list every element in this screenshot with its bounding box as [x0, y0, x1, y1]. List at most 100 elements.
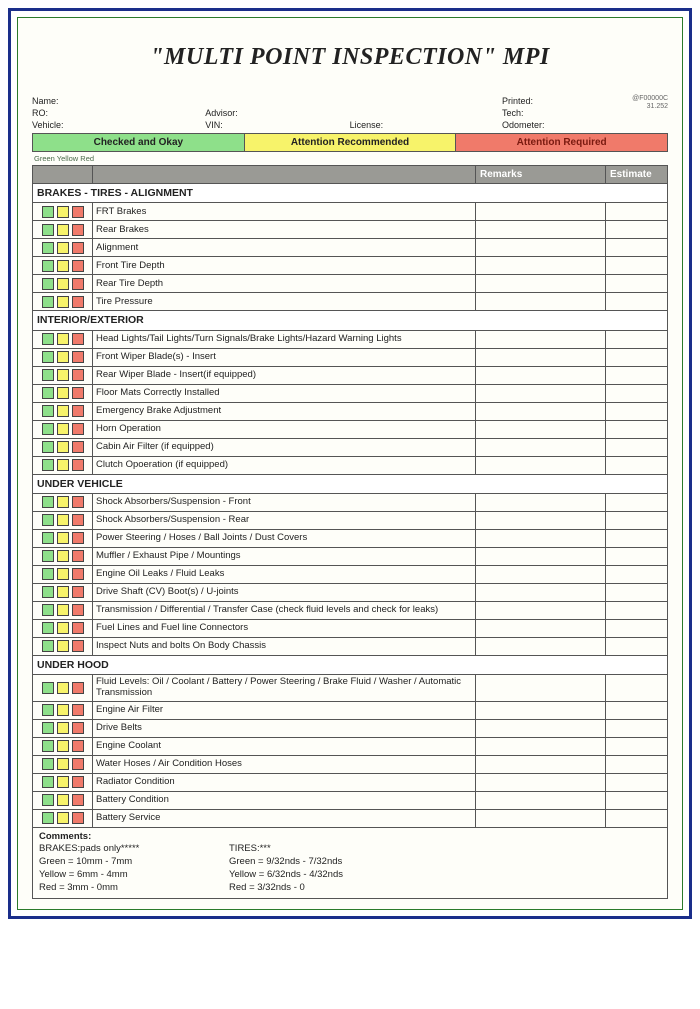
- remarks-cell[interactable]: [476, 330, 606, 348]
- remarks-cell[interactable]: [476, 420, 606, 438]
- yellow-checkbox[interactable]: [57, 604, 69, 616]
- red-checkbox[interactable]: [72, 405, 84, 417]
- remarks-cell[interactable]: [476, 755, 606, 773]
- yellow-checkbox[interactable]: [57, 740, 69, 752]
- yellow-checkbox[interactable]: [57, 550, 69, 562]
- red-checkbox[interactable]: [72, 242, 84, 254]
- yellow-checkbox[interactable]: [57, 459, 69, 471]
- estimate-cell[interactable]: [606, 601, 668, 619]
- green-checkbox[interactable]: [42, 260, 54, 272]
- green-checkbox[interactable]: [42, 740, 54, 752]
- remarks-cell[interactable]: [476, 257, 606, 275]
- red-checkbox[interactable]: [72, 351, 84, 363]
- green-checkbox[interactable]: [42, 242, 54, 254]
- remarks-cell[interactable]: [476, 637, 606, 655]
- yellow-checkbox[interactable]: [57, 682, 69, 694]
- estimate-cell[interactable]: [606, 239, 668, 257]
- green-checkbox[interactable]: [42, 682, 54, 694]
- estimate-cell[interactable]: [606, 402, 668, 420]
- green-checkbox[interactable]: [42, 387, 54, 399]
- green-checkbox[interactable]: [42, 604, 54, 616]
- remarks-cell[interactable]: [476, 583, 606, 601]
- estimate-cell[interactable]: [606, 619, 668, 637]
- estimate-cell[interactable]: [606, 275, 668, 293]
- estimate-cell[interactable]: [606, 420, 668, 438]
- remarks-cell[interactable]: [476, 366, 606, 384]
- green-checkbox[interactable]: [42, 722, 54, 734]
- green-checkbox[interactable]: [42, 405, 54, 417]
- remarks-cell[interactable]: [476, 529, 606, 547]
- remarks-cell[interactable]: [476, 239, 606, 257]
- red-checkbox[interactable]: [72, 441, 84, 453]
- red-checkbox[interactable]: [72, 278, 84, 290]
- remarks-cell[interactable]: [476, 791, 606, 809]
- green-checkbox[interactable]: [42, 369, 54, 381]
- green-checkbox[interactable]: [42, 704, 54, 716]
- red-checkbox[interactable]: [72, 704, 84, 716]
- remarks-cell[interactable]: [476, 619, 606, 637]
- red-checkbox[interactable]: [72, 740, 84, 752]
- green-checkbox[interactable]: [42, 423, 54, 435]
- yellow-checkbox[interactable]: [57, 532, 69, 544]
- estimate-cell[interactable]: [606, 547, 668, 565]
- red-checkbox[interactable]: [72, 296, 84, 308]
- red-checkbox[interactable]: [72, 812, 84, 824]
- red-checkbox[interactable]: [72, 758, 84, 770]
- remarks-cell[interactable]: [476, 565, 606, 583]
- estimate-cell[interactable]: [606, 384, 668, 402]
- estimate-cell[interactable]: [606, 529, 668, 547]
- green-checkbox[interactable]: [42, 224, 54, 236]
- green-checkbox[interactable]: [42, 550, 54, 562]
- estimate-cell[interactable]: [606, 719, 668, 737]
- green-checkbox[interactable]: [42, 333, 54, 345]
- green-checkbox[interactable]: [42, 568, 54, 580]
- yellow-checkbox[interactable]: [57, 224, 69, 236]
- yellow-checkbox[interactable]: [57, 351, 69, 363]
- green-checkbox[interactable]: [42, 441, 54, 453]
- yellow-checkbox[interactable]: [57, 568, 69, 580]
- remarks-cell[interactable]: [476, 511, 606, 529]
- remarks-cell[interactable]: [476, 384, 606, 402]
- red-checkbox[interactable]: [72, 640, 84, 652]
- red-checkbox[interactable]: [72, 224, 84, 236]
- red-checkbox[interactable]: [72, 682, 84, 694]
- estimate-cell[interactable]: [606, 791, 668, 809]
- remarks-cell[interactable]: [476, 701, 606, 719]
- estimate-cell[interactable]: [606, 456, 668, 474]
- green-checkbox[interactable]: [42, 776, 54, 788]
- yellow-checkbox[interactable]: [57, 640, 69, 652]
- yellow-checkbox[interactable]: [57, 387, 69, 399]
- red-checkbox[interactable]: [72, 206, 84, 218]
- estimate-cell[interactable]: [606, 330, 668, 348]
- remarks-cell[interactable]: [476, 719, 606, 737]
- red-checkbox[interactable]: [72, 496, 84, 508]
- remarks-cell[interactable]: [476, 456, 606, 474]
- remarks-cell[interactable]: [476, 293, 606, 311]
- yellow-checkbox[interactable]: [57, 794, 69, 806]
- estimate-cell[interactable]: [606, 565, 668, 583]
- yellow-checkbox[interactable]: [57, 722, 69, 734]
- yellow-checkbox[interactable]: [57, 776, 69, 788]
- green-checkbox[interactable]: [42, 514, 54, 526]
- yellow-checkbox[interactable]: [57, 369, 69, 381]
- estimate-cell[interactable]: [606, 438, 668, 456]
- estimate-cell[interactable]: [606, 755, 668, 773]
- estimate-cell[interactable]: [606, 674, 668, 701]
- yellow-checkbox[interactable]: [57, 296, 69, 308]
- remarks-cell[interactable]: [476, 275, 606, 293]
- green-checkbox[interactable]: [42, 532, 54, 544]
- remarks-cell[interactable]: [476, 674, 606, 701]
- red-checkbox[interactable]: [72, 794, 84, 806]
- red-checkbox[interactable]: [72, 387, 84, 399]
- remarks-cell[interactable]: [476, 547, 606, 565]
- green-checkbox[interactable]: [42, 206, 54, 218]
- yellow-checkbox[interactable]: [57, 704, 69, 716]
- yellow-checkbox[interactable]: [57, 586, 69, 598]
- green-checkbox[interactable]: [42, 812, 54, 824]
- green-checkbox[interactable]: [42, 640, 54, 652]
- remarks-cell[interactable]: [476, 493, 606, 511]
- green-checkbox[interactable]: [42, 278, 54, 290]
- estimate-cell[interactable]: [606, 583, 668, 601]
- estimate-cell[interactable]: [606, 701, 668, 719]
- red-checkbox[interactable]: [72, 550, 84, 562]
